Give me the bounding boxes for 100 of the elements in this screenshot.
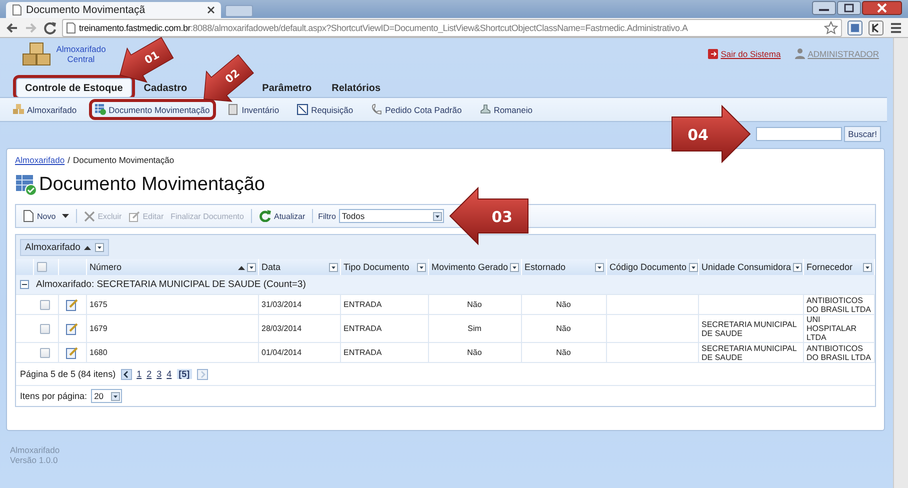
table-cell: Não	[467, 300, 482, 309]
submenu-item[interactable]: Documento Movimentação	[92, 102, 213, 117]
delete-icon	[84, 210, 95, 222]
logout-link[interactable]: Sair do Sistema	[720, 48, 781, 58]
caret-icon	[62, 214, 69, 218]
scrollbar[interactable]	[893, 38, 908, 488]
submenu-item[interactable]: Inventário	[224, 102, 282, 117]
table-cell: Não	[556, 300, 571, 309]
edit-icon	[128, 210, 140, 222]
pager-summary: Página 5 de 5 (84 itens)	[20, 369, 116, 379]
menu-tab[interactable]: Parâmetro	[254, 79, 320, 97]
table-cell: ANTIBIOTICOS DO BRASIL LTDA	[806, 344, 871, 362]
maximize-icon[interactable]	[837, 1, 861, 15]
column-header[interactable]: Fornecedor	[803, 259, 874, 275]
callout-arrow: 03	[449, 186, 528, 246]
table-cell: Não	[556, 348, 571, 357]
column-header[interactable]: Data	[258, 259, 340, 275]
page-link[interactable]: [5]	[176, 369, 192, 379]
submenu-item[interactable]: Pedido Cota Padrão	[368, 102, 465, 117]
caret-icon	[95, 242, 104, 252]
table-cell: 28/03/2014	[262, 324, 302, 333]
caret-icon	[246, 262, 256, 272]
stamp-icon	[480, 104, 491, 115]
address-field[interactable]: treinamento.fastmedic.com.br:8088/almoxarifadoweb/default.aspx?ShortcutViewID=Documento_ListView&ShortcutObjectClassName=Fastmedic.Administrativo.A	[62, 18, 842, 36]
sheet-icon	[228, 104, 239, 115]
caret-icon	[328, 262, 338, 272]
search-button[interactable]: Buscar!	[844, 126, 881, 142]
submenu-item[interactable]: Romaneio	[476, 102, 536, 117]
toolbar-button[interactable]: Atualizar	[256, 210, 308, 222]
reload-icon[interactable]	[43, 20, 57, 34]
search-field[interactable]	[756, 127, 842, 141]
table-cell: Não	[556, 324, 571, 333]
page-size-dropdown[interactable]: 20	[91, 389, 122, 403]
previous-page-icon[interactable]	[120, 368, 132, 380]
close-icon[interactable]	[862, 1, 902, 15]
page-link[interactable]: 2	[146, 369, 152, 379]
sort-ascending-icon	[84, 244, 92, 250]
table-cell: ENTRADA	[344, 324, 382, 333]
phone-icon	[371, 104, 382, 115]
filter-dropdown[interactable]: Todos	[338, 209, 444, 223]
column-header[interactable]: Número	[86, 259, 258, 275]
submenu-item[interactable]: Almoxarifado	[10, 102, 80, 117]
table-cell: 31/03/2014	[262, 300, 302, 309]
checkbox[interactable]	[40, 324, 50, 334]
page-link[interactable]: 4	[166, 369, 172, 379]
column-header[interactable]: Movimento Gerado	[428, 259, 521, 275]
menu-tab[interactable]: Controle de Estoque	[16, 78, 132, 97]
caret-icon	[510, 262, 520, 272]
caret-icon	[416, 262, 426, 272]
table-cell: ENTRADA	[344, 348, 382, 357]
table-check-icon	[94, 104, 106, 115]
table-cell: SECRETARIA MUNICIPAL DE SAUDE	[702, 320, 796, 338]
table-cell: UNI HOSPITALAR LTDA	[806, 315, 857, 342]
checkbox[interactable]	[36, 262, 46, 272]
minimize-icon[interactable]	[812, 1, 836, 15]
caret-icon	[594, 262, 604, 272]
page-icon	[12, 4, 22, 16]
table-cell: ANTIBIOTICOS DO BRASIL LTDA	[806, 296, 871, 314]
footer-text: Versão 1.0.0	[10, 455, 59, 465]
submenu-item[interactable]: Requisição	[294, 102, 356, 117]
group-row-label: Almoxarifado: SECRETARIA MUNICIPAL DE SAUDE (Count=3)	[36, 279, 306, 290]
column-header[interactable]: Estornado	[521, 259, 606, 275]
caret-icon	[111, 392, 120, 400]
refresh-icon	[258, 210, 271, 222]
close-icon[interactable]	[207, 6, 215, 14]
column-header[interactable]: Unidade Consumidora	[698, 259, 803, 275]
column-header[interactable]: Código Documento	[606, 259, 698, 275]
table-check-icon	[15, 174, 37, 196]
edit-icon[interactable]	[66, 298, 78, 310]
group-by-chip[interactable]: Almoxarifado	[20, 238, 110, 256]
edit-icon[interactable]	[66, 322, 78, 334]
browser-tab[interactable]: Documento Movimentaçã	[6, 2, 221, 18]
boxes-logo	[22, 42, 52, 66]
table-cell: SECRETARIA MUNICIPAL DE SAUDE	[702, 344, 796, 362]
breadcrumb-link[interactable]: Almoxarifado	[15, 155, 65, 165]
collapse-icon[interactable]	[20, 280, 29, 289]
menu-icon[interactable]	[889, 20, 903, 34]
footer-text: Almoxarifado	[10, 445, 61, 455]
callout-arrow: 02	[204, 54, 254, 102]
frame-icon	[297, 104, 308, 115]
menu-tab[interactable]: Relatórios	[324, 79, 389, 97]
checkbox[interactable]	[40, 300, 50, 310]
checkbox[interactable]	[40, 348, 50, 358]
page-link[interactable]: 1	[136, 369, 142, 379]
edit-icon[interactable]	[66, 346, 78, 358]
star-icon[interactable]	[824, 20, 838, 34]
table-cell: 1680	[90, 348, 108, 357]
page-size-label: Itens por página:	[20, 391, 88, 401]
callout-arrow: 01	[120, 36, 174, 83]
extension-icon[interactable]	[868, 20, 884, 36]
toolbar-button[interactable]: Novo	[21, 210, 71, 222]
page-link[interactable]: 3	[156, 369, 162, 379]
filter-label: Filtro	[318, 212, 336, 220]
table-cell: ENTRADA	[344, 300, 382, 309]
app-name: Almoxarifado Central	[55, 44, 107, 64]
table-cell: 1679	[90, 324, 108, 333]
caret-icon	[432, 212, 442, 220]
breadcrumb-separator: /	[68, 155, 70, 165]
back-icon[interactable]	[5, 20, 19, 34]
column-header[interactable]: Tipo Documento	[340, 259, 428, 275]
